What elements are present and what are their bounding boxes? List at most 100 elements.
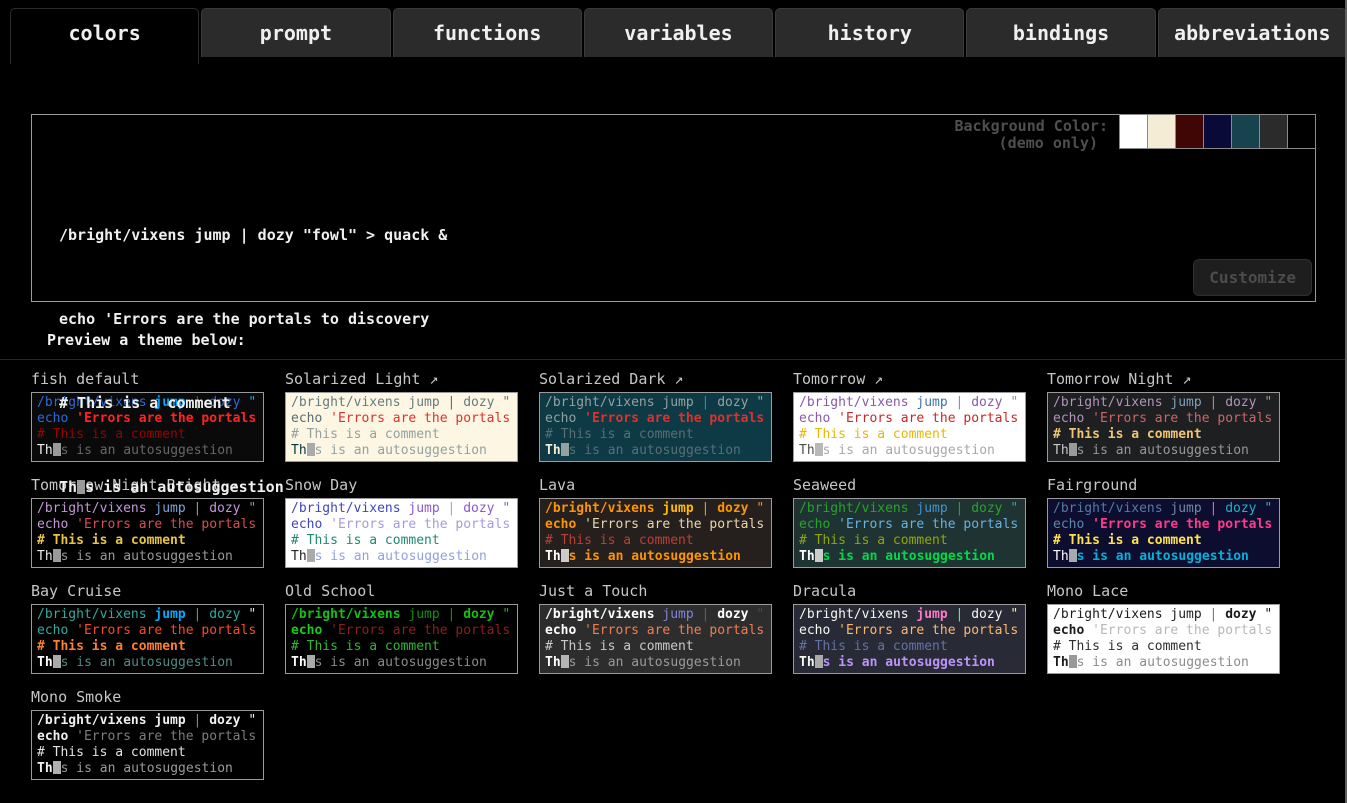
external-link-icon[interactable]: ↗ [865, 370, 883, 388]
terminal-sample-text: /bright/vixens jump | dozy "fowl" > quac… [59, 165, 447, 557]
theme-name: Mono Lace [1047, 582, 1128, 600]
seg-echo: echo [1053, 517, 1084, 532]
theme-preview-tomorrow-night[interactable]: /bright/vixens jump | dozy "echo 'Errors… [1047, 392, 1280, 462]
tile-line-autosuggestion: Ths is an autosuggestion [545, 549, 766, 565]
tab-variables[interactable]: variables [584, 8, 773, 57]
bg-swatch-navy[interactable] [1203, 114, 1232, 149]
theme-preview-fairground[interactable]: /bright/vixens jump | dozy "echo 'Errors… [1047, 498, 1280, 568]
tab-abbreviations[interactable]: abbreviations [1158, 8, 1347, 57]
bg-swatch-dark-teal[interactable] [1231, 114, 1260, 149]
bg-swatch-white[interactable] [1119, 114, 1148, 149]
seg-param: jump [1170, 395, 1201, 410]
tile-line-command: /bright/vixens jump | dozy " [37, 713, 258, 729]
theme-preview-seaweed[interactable]: /bright/vixens jump | dozy "echo 'Errors… [793, 498, 1026, 568]
tile-line-comment: # This is a comment [799, 639, 1020, 655]
seg-error: 'Errors are the portals to discovery [584, 517, 772, 532]
tile-line-command: /bright/vixens jump | dozy " [37, 607, 258, 623]
theme-name: Tomorrow [793, 370, 865, 388]
seg-comment: # This is a comment [799, 639, 948, 654]
theme-title: Mono Smoke [31, 688, 264, 707]
seg-param: jump [1170, 607, 1201, 622]
seg-cmd1: /bright/vixens [1053, 607, 1163, 622]
tab-colors[interactable]: colors [10, 8, 199, 64]
seg-typed: Th [545, 655, 561, 670]
tile-line-autosuggestion: Ths is an autosuggestion [799, 549, 1020, 565]
seg-comment: # This is a comment [1053, 427, 1202, 442]
tile-line-autosuggestion: Ths is an autosuggestion [799, 655, 1020, 671]
tile-line-autosuggestion: Ths is an autosuggestion [1053, 443, 1274, 459]
background-swatch-row [1120, 114, 1316, 149]
external-link-icon[interactable]: ↗ [1173, 370, 1191, 388]
theme-preview-tomorrow[interactable]: /bright/vixens jump | dozy "echo 'Errors… [793, 392, 1026, 462]
terminal-line-comment: # This is a comment [59, 389, 447, 417]
seg-typed: Th [1053, 655, 1069, 670]
seg-typed: Th [37, 443, 53, 458]
seg-pipe: | [956, 501, 964, 516]
external-link-icon[interactable]: ↗ [665, 370, 683, 388]
theme-name: Solarized Dark [539, 370, 665, 388]
theme-preview-just-a-touch[interactable]: /bright/vixens jump | dozy "echo 'Errors… [539, 604, 772, 674]
seg-echo: echo [37, 729, 68, 744]
seg-pipe: | [1210, 607, 1218, 622]
tile-line-error: echo 'Errors are the portals to discover… [1053, 411, 1274, 427]
theme-name: Tomorrow Night [1047, 370, 1173, 388]
bg-swatch-black[interactable] [1287, 114, 1316, 149]
seg-cmd2: dozy [717, 395, 748, 410]
cursor-block [53, 655, 61, 668]
seg-autosuggestion: s is an autosuggestion [569, 443, 741, 458]
theme-card-dracula: Dracula/bright/vixens jump | dozy "echo … [793, 582, 1026, 674]
seg-param: jump [662, 607, 693, 622]
seg-autosuggestion: s is an autosuggestion [1077, 443, 1249, 458]
tile-line-error: echo 'Errors are the portals to discover… [545, 517, 766, 533]
theme-preview-old-school[interactable]: /bright/vixens jump | dozy "echo 'Errors… [285, 604, 518, 674]
theme-card-mono-lace: Mono Lace/bright/vixens jump | dozy "ech… [1047, 582, 1280, 674]
tile-line-command: /bright/vixens jump | dozy " [1053, 395, 1274, 411]
seg-cmd2: dozy [1225, 607, 1256, 622]
theme-title: Just a Touch [539, 582, 772, 601]
seg-comment: # This is a comment [1053, 533, 1202, 548]
bg-swatch-cream[interactable] [1147, 114, 1176, 149]
theme-preview-solarized-dark[interactable]: /bright/vixens jump | dozy "echo 'Errors… [539, 392, 772, 462]
tab-functions[interactable]: functions [393, 8, 582, 57]
seg-quote: " [1010, 395, 1018, 410]
seg-autosuggestion: s is an autosuggestion [569, 655, 741, 670]
seg-error: 'Errors are the portals to discovery [76, 729, 264, 744]
tile-line-comment: # This is a comment [799, 427, 1020, 443]
bg-swatch-dark-red[interactable] [1175, 114, 1204, 149]
customize-button[interactable]: Customize [1193, 259, 1312, 296]
seg-comment: # This is a comment [545, 533, 694, 548]
seg-cmd2: dozy [971, 395, 1002, 410]
seg-pipe: | [956, 395, 964, 410]
theme-preview-mono-smoke[interactable]: /bright/vixens jump | dozy "echo 'Errors… [31, 710, 264, 780]
tab-bindings[interactable]: bindings [966, 8, 1155, 57]
seg-quote: " [1264, 501, 1272, 516]
theme-title: Tomorrow Night ↗ [1047, 370, 1280, 389]
seg-cmd1: /bright/vixens [1053, 501, 1163, 516]
bg-swatch-charcoal[interactable] [1259, 114, 1288, 149]
seg-echo: echo [1053, 411, 1084, 426]
seg-error: 'Errors are the portals to discovery [584, 623, 772, 638]
cursor-block [561, 655, 569, 668]
seg-pipe: | [702, 395, 710, 410]
tab-prompt[interactable]: prompt [201, 8, 390, 57]
tile-line-autosuggestion: Ths is an autosuggestion [37, 761, 258, 777]
seg-error: 'Errors are the portals to discovery [1092, 623, 1280, 638]
seg-error: 'Errors are the portals to discovery [1092, 517, 1280, 532]
theme-name: Lava [539, 476, 575, 494]
theme-title: Fairground [1047, 476, 1280, 495]
theme-preview-dracula[interactable]: /bright/vixens jump | dozy "echo 'Errors… [793, 604, 1026, 674]
seg-echo: echo [1053, 623, 1084, 638]
theme-preview-mono-lace[interactable]: /bright/vixens jump | dozy "echo 'Errors… [1047, 604, 1280, 674]
seg-cmd1: /bright/vixens [37, 607, 147, 622]
seg-echo: echo [799, 623, 830, 638]
tab-history[interactable]: history [775, 8, 964, 57]
theme-preview-bay-cruise[interactable]: /bright/vixens jump | dozy "echo 'Errors… [31, 604, 264, 674]
seg-autosuggestion: s is an autosuggestion [61, 761, 233, 776]
seg-param: jump [154, 713, 185, 728]
theme-card-mono-smoke: Mono Smoke/bright/vixens jump | dozy "ec… [31, 688, 264, 780]
theme-preview-lava[interactable]: /bright/vixens jump | dozy "echo 'Errors… [539, 498, 772, 568]
seg-cmd2: dozy [971, 501, 1002, 516]
seg-param: jump [662, 501, 693, 516]
theme-name: Seaweed [793, 476, 856, 494]
seg-param: jump [154, 607, 185, 622]
